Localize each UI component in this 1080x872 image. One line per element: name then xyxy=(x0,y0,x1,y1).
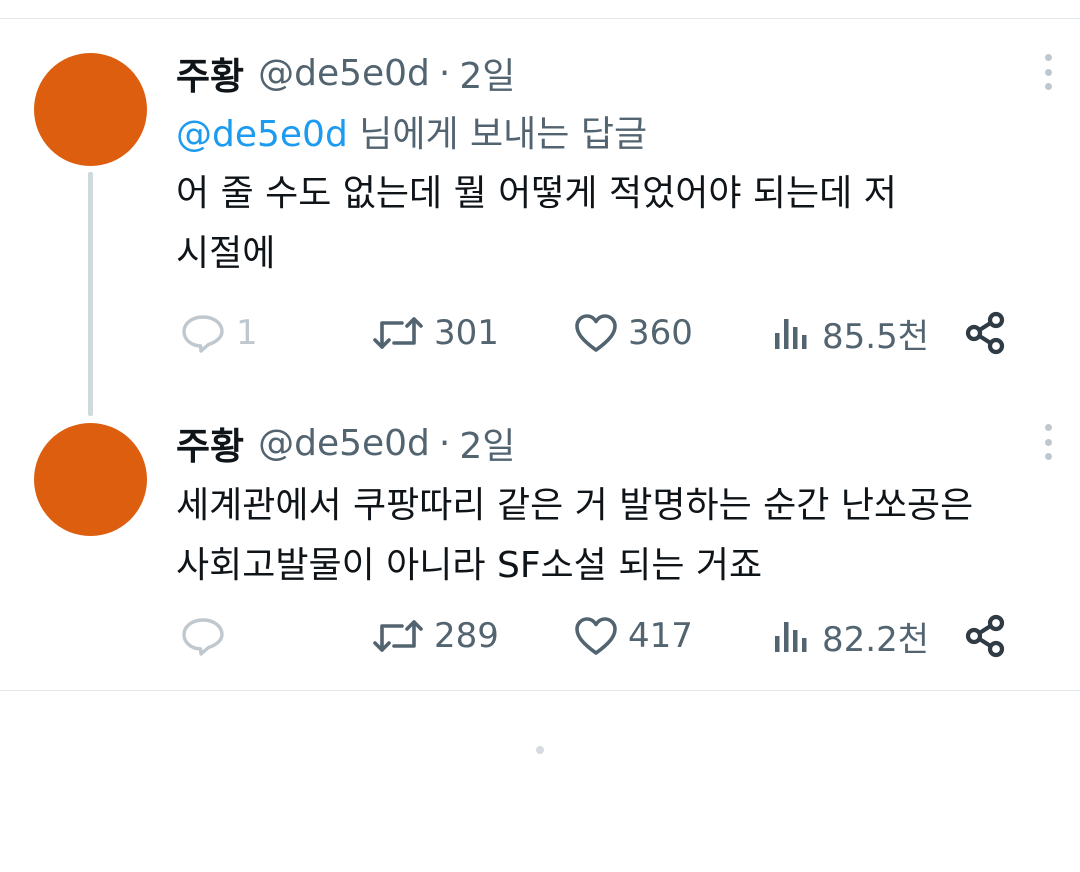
views-button[interactable]: 85.5천 xyxy=(772,303,929,363)
reply-mention-link[interactable]: @de5e0d xyxy=(176,114,348,155)
like-button[interactable]: 360 xyxy=(574,303,693,363)
tweet-text: 세계관에서 쿠팡따리 같은 거 발명하는 순간 난쏘공은 사회고발물이 아니라 … xyxy=(176,485,974,586)
avatar[interactable] xyxy=(34,423,147,536)
like-button[interactable]: 417 xyxy=(574,606,693,666)
author-handle[interactable]: @de5e0d xyxy=(258,53,430,94)
reply-icon xyxy=(182,618,224,656)
tweet-actions: 1 301 360 85.5천 xyxy=(0,303,1080,363)
views-button[interactable]: 82.2천 xyxy=(772,606,929,666)
share-button[interactable] xyxy=(964,303,1008,363)
like-count: 417 xyxy=(628,616,693,656)
view-count: 85.5천 xyxy=(822,316,929,357)
more-icon[interactable] xyxy=(1038,54,1058,90)
reply-button[interactable]: 1 xyxy=(180,303,258,363)
share-button[interactable] xyxy=(964,606,1008,666)
views-icon xyxy=(775,622,807,652)
like-count: 360 xyxy=(628,313,693,353)
author-name[interactable]: 주황 xyxy=(176,416,244,470)
tweet-actions: 289 417 82.2천 xyxy=(0,606,1080,666)
reply-to-label: 님에게 보내는 답글 xyxy=(347,114,648,155)
tweet-content: 주황 @de5e0d · 2일 세계관에서 쿠팡따리 같은 거 발명하는 순간 … xyxy=(176,410,1046,596)
tweet-text: 어 줄 수도 없는데 뭘 어떻게 적었어야 되는데 저 시절에 xyxy=(176,173,897,274)
views-icon xyxy=(775,319,807,349)
tweet-time[interactable]: 2일 xyxy=(459,417,515,469)
tweet-header: 주황 @de5e0d · 2일 xyxy=(176,40,1046,106)
share-icon xyxy=(965,614,1005,658)
tweet-content: 주황 @de5e0d · 2일 @de5e0d 님에게 보내는 답글 어 줄 수… xyxy=(176,40,1046,284)
heart-icon xyxy=(575,617,617,655)
top-divider xyxy=(0,18,1080,19)
retweet-button[interactable]: 301 xyxy=(372,303,499,363)
loading-indicator xyxy=(536,746,544,754)
bottom-divider xyxy=(0,690,1080,691)
reply-count: 1 xyxy=(236,313,258,353)
separator-dot: · xyxy=(438,422,451,464)
avatar[interactable] xyxy=(34,53,147,166)
retweet-count: 301 xyxy=(434,313,499,353)
view-count: 82.2천 xyxy=(822,619,929,660)
thread-connector-line xyxy=(88,172,93,416)
retweet-icon xyxy=(373,620,423,652)
heart-icon xyxy=(575,314,617,352)
share-icon xyxy=(965,311,1005,355)
tweet-header: 주황 @de5e0d · 2일 xyxy=(176,410,1046,476)
retweet-button[interactable]: 289 xyxy=(372,606,499,666)
more-icon[interactable] xyxy=(1038,424,1058,460)
tweet-time[interactable]: 2일 xyxy=(459,47,515,99)
reply-icon xyxy=(182,315,224,353)
retweet-icon xyxy=(373,317,423,349)
retweet-count: 289 xyxy=(434,616,499,656)
author-handle[interactable]: @de5e0d xyxy=(258,423,430,464)
reply-to-line: @de5e0d 님에게 보내는 답글 xyxy=(176,106,1046,164)
author-name[interactable]: 주황 xyxy=(176,46,244,100)
separator-dot: · xyxy=(438,52,451,94)
reply-button[interactable] xyxy=(180,606,236,666)
